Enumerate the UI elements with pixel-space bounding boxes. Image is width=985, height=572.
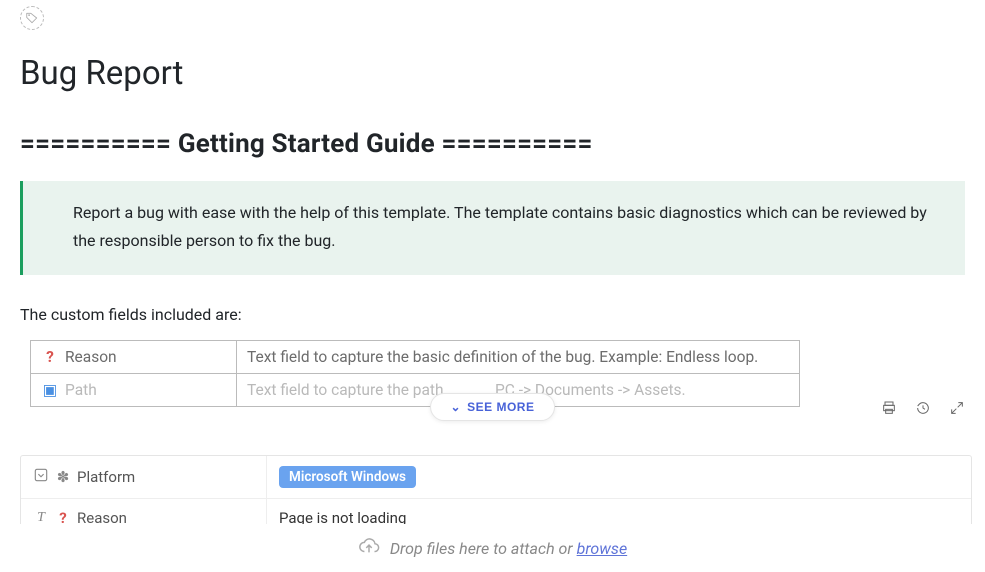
see-more-label: SEE MORE: [467, 400, 534, 414]
print-icon[interactable]: [881, 400, 897, 416]
field-name: Reason: [65, 348, 117, 366]
cloud-upload-icon: [358, 535, 380, 561]
page-title: Bug Report: [20, 54, 965, 93]
fields-table: ? Reason Text field to capture the basic …: [30, 340, 800, 407]
tag-icon[interactable]: [20, 6, 44, 30]
table-row: ? Reason Text field to capture the basic …: [31, 341, 800, 374]
chevron-down-icon: ⌄: [451, 400, 462, 414]
history-icon[interactable]: [915, 400, 931, 416]
dropdown-type-icon: [33, 468, 49, 486]
intro-callout: Report a bug with ease with the help of …: [20, 181, 965, 275]
question-icon: ?: [41, 348, 59, 366]
detail-row-platform[interactable]: ✽ Platform Microsoft Windows: [21, 456, 971, 499]
browse-link[interactable]: browse: [577, 539, 628, 558]
attachment-dropzone[interactable]: Drop files here to attach or browse: [0, 524, 985, 572]
gear-icon: ✽: [55, 468, 71, 486]
field-desc: Text field to capture the basic definiti…: [237, 341, 800, 374]
see-more-button[interactable]: ⌄ SEE MORE: [430, 393, 556, 421]
dropzone-text: Drop files here to attach or browse: [390, 539, 627, 558]
expand-icon[interactable]: [949, 400, 965, 416]
field-name: Path: [65, 381, 97, 399]
guide-heading: ========== Getting Started Guide =======…: [20, 129, 965, 159]
table-row: ▣Path Text field to capture the path . .…: [31, 374, 800, 407]
detail-field-label: Platform: [77, 468, 135, 486]
toolbar-right: [881, 400, 965, 416]
path-icon: ▣: [41, 381, 59, 399]
fields-intro: The custom fields included are:: [20, 305, 965, 324]
platform-tag[interactable]: Microsoft Windows: [279, 466, 416, 488]
